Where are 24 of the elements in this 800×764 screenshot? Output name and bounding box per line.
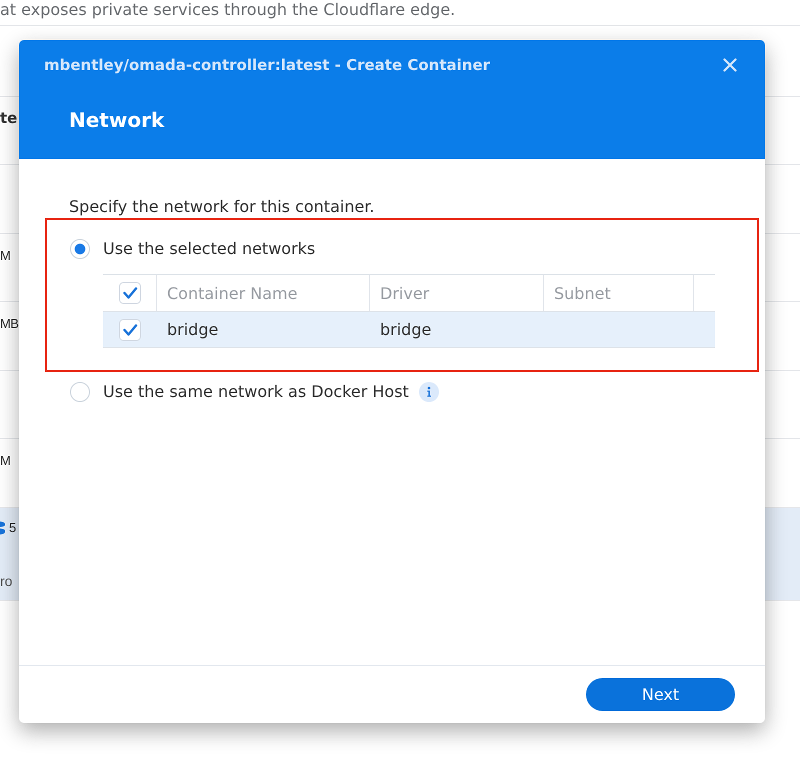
table-cell: 5 (9, 518, 16, 536)
checkbox[interactable] (119, 318, 141, 340)
table-cell: ro (0, 572, 12, 590)
database-icon (0, 520, 5, 534)
close-icon (723, 58, 737, 72)
close-button[interactable] (723, 58, 737, 72)
table-cell: M (0, 246, 10, 264)
column-header: te (0, 108, 18, 126)
table-cell: bridge (380, 320, 432, 340)
option-label[interactable]: Use the same network as Docker Host (103, 382, 409, 402)
table-row[interactable]: bridge bridge (103, 311, 715, 347)
dialog-title: mbentley/omada-controller:latest - Create Container (44, 56, 490, 74)
info-icon[interactable] (418, 382, 439, 402)
step-title: Network (69, 108, 164, 132)
instruction-text: Specify the network for this container. (69, 197, 375, 217)
radio-button[interactable] (70, 382, 90, 402)
radio-button[interactable] (70, 239, 90, 259)
option-label[interactable]: Use the selected networks (103, 239, 316, 259)
next-button[interactable]: Next (586, 678, 735, 711)
table-cell: M (0, 452, 10, 470)
table-cell: MB (0, 315, 18, 333)
description-text: at exposes private services through the Cloudflare edge. (0, 0, 800, 26)
table-cell: bridge (167, 320, 218, 340)
checkbox[interactable] (118, 282, 140, 304)
